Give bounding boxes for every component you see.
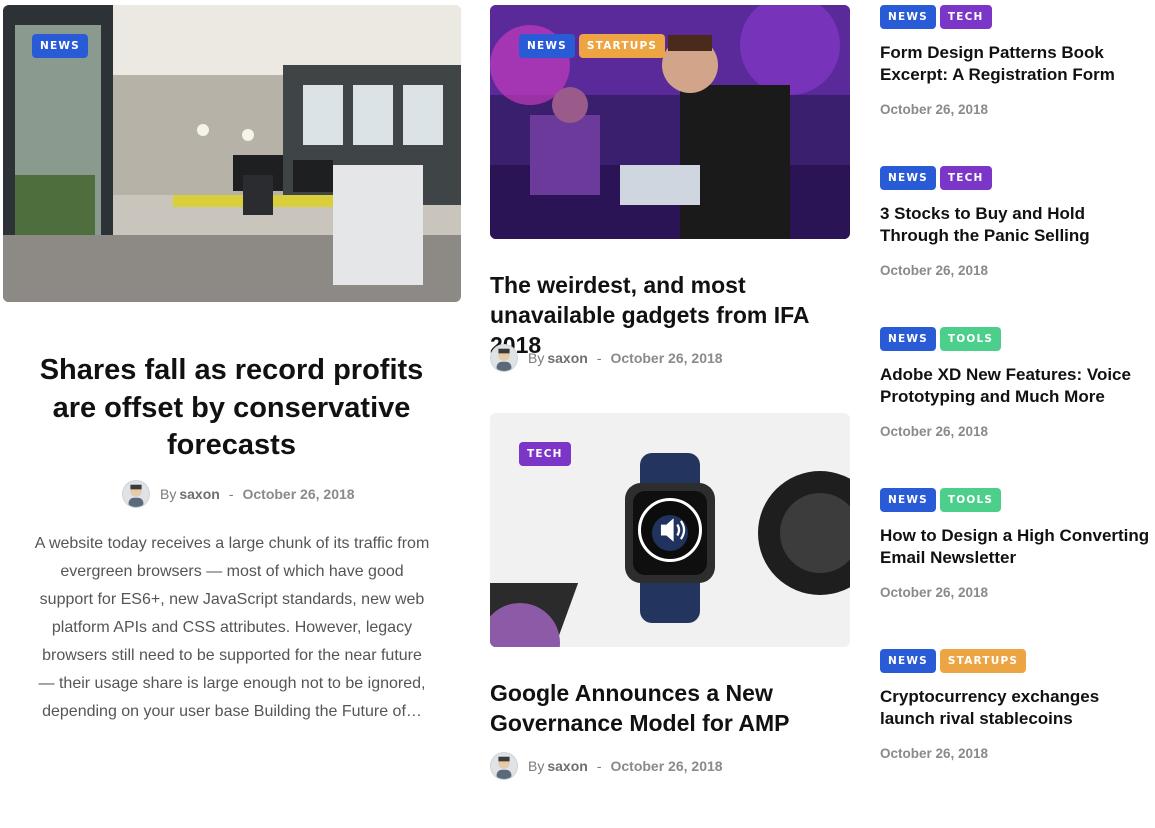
post-meta: By saxon - October 26, 2018 bbox=[490, 752, 723, 780]
badge-news[interactable]: NEWS bbox=[880, 5, 936, 29]
post-badges: NEWS TECH bbox=[880, 166, 1150, 190]
badge-tech[interactable]: TECH bbox=[939, 5, 992, 29]
sidebar-post: NEWS TECH Form Design Patterns Book Exce… bbox=[880, 5, 1150, 117]
post-image-amp[interactable]: TECH bbox=[490, 413, 850, 647]
post-date: October 26, 2018 bbox=[880, 746, 989, 761]
badge-startups[interactable]: STARTUPS bbox=[939, 649, 1027, 673]
post-date: October 26, 2018 bbox=[242, 486, 355, 502]
badge-news[interactable]: NEWS bbox=[32, 34, 88, 58]
post-badges: NEWS STARTUPS bbox=[880, 649, 1150, 673]
post-title[interactable]: 3 Stocks to Buy and Hold Through the Pan… bbox=[880, 203, 1150, 247]
post-meta: By saxon - October 26, 2018 bbox=[490, 344, 723, 372]
post-date: October 26, 2018 bbox=[880, 585, 989, 600]
badge-tools[interactable]: TOOLS bbox=[939, 327, 1002, 351]
featured-image[interactable]: NEWS bbox=[3, 5, 461, 302]
post-title[interactable]: How to Design a High Converting Email Ne… bbox=[880, 525, 1150, 569]
sidebar-post: NEWS TECH 3 Stocks to Buy and Hold Throu… bbox=[880, 166, 1150, 278]
post-title[interactable]: Cryptocurrency exchanges launch rival st… bbox=[880, 686, 1150, 730]
author-avatar[interactable] bbox=[122, 480, 150, 508]
meta-separator: - bbox=[596, 350, 602, 366]
post-title[interactable]: Form Design Patterns Book Excerpt: A Reg… bbox=[880, 42, 1150, 86]
post-date: October 26, 2018 bbox=[880, 102, 989, 117]
post-date: October 26, 2018 bbox=[610, 350, 723, 366]
by-label: By bbox=[528, 758, 545, 774]
post-date: October 26, 2018 bbox=[880, 263, 989, 278]
post-badges: NEWS TOOLS bbox=[880, 327, 1150, 351]
badge-news[interactable]: NEWS bbox=[880, 166, 936, 190]
sidebar-post: NEWS TOOLS Adobe XD New Features: Voice … bbox=[880, 327, 1150, 439]
featured-badges: NEWS bbox=[32, 34, 92, 58]
badge-news[interactable]: NEWS bbox=[880, 488, 936, 512]
featured-excerpt: A website today receives a large chunk o… bbox=[34, 535, 430, 720]
by-label: By bbox=[160, 486, 177, 502]
meta-separator: - bbox=[228, 486, 234, 502]
post-badges: NEWS TECH bbox=[880, 5, 1150, 29]
badge-tools[interactable]: TOOLS bbox=[939, 488, 1002, 512]
author-link[interactable]: saxon bbox=[179, 486, 219, 502]
badge-news[interactable]: NEWS bbox=[519, 34, 575, 58]
author-link[interactable]: saxon bbox=[547, 350, 587, 366]
post-badges: TECH bbox=[519, 442, 575, 466]
sidebar-post: NEWS TOOLS How to Design a High Converti… bbox=[880, 488, 1150, 600]
badge-tech[interactable]: TECH bbox=[519, 442, 571, 466]
post-title[interactable]: Adobe XD New Features: Voice Prototyping… bbox=[880, 364, 1150, 408]
badge-startups[interactable]: STARTUPS bbox=[578, 34, 666, 58]
post-title[interactable]: Google Announces a New Governance Model … bbox=[490, 678, 855, 738]
post-date: October 26, 2018 bbox=[610, 758, 723, 774]
post-badges: NEWS TOOLS bbox=[880, 488, 1150, 512]
sidebar-post: NEWS STARTUPS Cryptocurrency exchanges l… bbox=[880, 649, 1150, 761]
badge-news[interactable]: NEWS bbox=[880, 649, 936, 673]
by-label: By bbox=[528, 350, 545, 366]
author-avatar[interactable] bbox=[490, 752, 518, 780]
author-avatar[interactable] bbox=[490, 344, 518, 372]
post-badges: NEWS STARTUPS bbox=[519, 34, 669, 58]
post-image-gadgets[interactable]: NEWS STARTUPS bbox=[490, 5, 850, 239]
meta-separator: - bbox=[596, 758, 602, 774]
featured-title[interactable]: Shares fall as record profits are offset… bbox=[20, 352, 443, 465]
badge-tech[interactable]: TECH bbox=[939, 166, 992, 190]
audio-play-icon[interactable] bbox=[638, 498, 702, 562]
post-date: October 26, 2018 bbox=[880, 424, 989, 439]
author-link[interactable]: saxon bbox=[547, 758, 587, 774]
featured-meta: By saxon - October 26, 2018 bbox=[122, 480, 355, 508]
badge-news[interactable]: NEWS bbox=[880, 327, 936, 351]
